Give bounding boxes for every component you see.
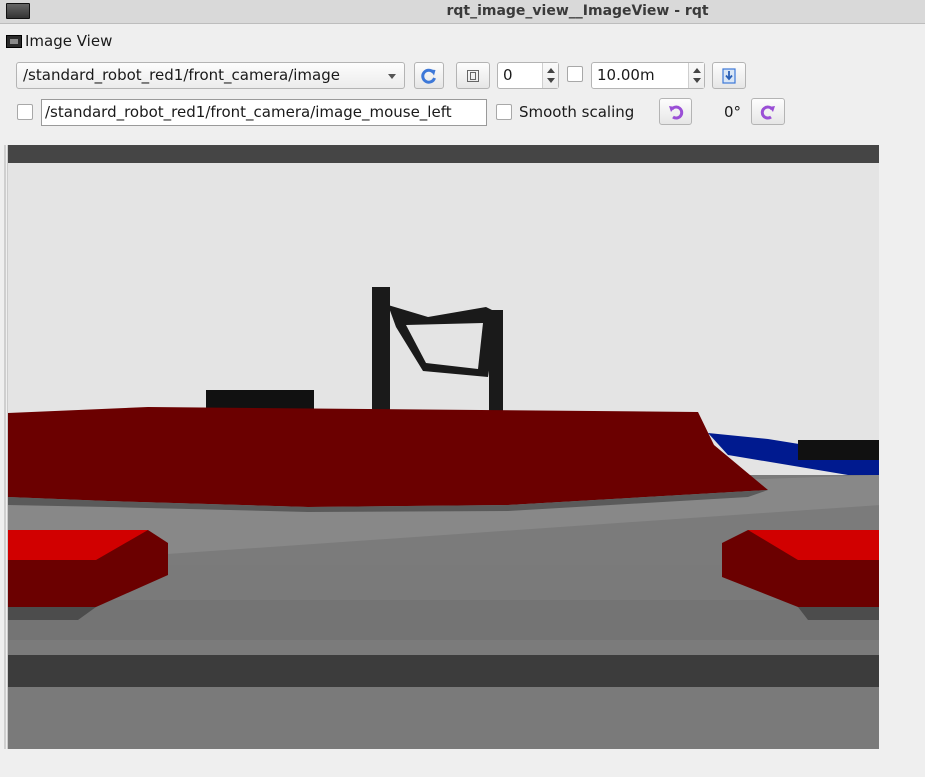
mouse-topic-value: /standard_robot_red1/front_camera/image_… (45, 103, 452, 121)
camera-frame (8, 145, 879, 749)
rotate-right-button[interactable] (751, 98, 785, 125)
mouse-topic-input[interactable]: /standard_robot_red1/front_camera/image_… (41, 99, 487, 126)
rotation-label: 0° (724, 103, 742, 121)
save-image-button[interactable] (712, 62, 746, 89)
dynamic-range-checkbox[interactable] (567, 66, 583, 82)
zoom-1-button[interactable] (456, 62, 490, 89)
spin-arrows[interactable] (688, 63, 704, 88)
rotate-left-icon (668, 105, 683, 120)
publish-mouse-checkbox[interactable] (17, 104, 33, 120)
chevron-down-icon (388, 74, 396, 79)
window-titlebar: rqt_image_view__ImageView - rqt (0, 0, 925, 24)
rotate-left-button[interactable] (659, 98, 692, 125)
topic-select[interactable]: /standard_robot_red1/front_camera/image (16, 62, 405, 89)
smooth-scaling-checkbox[interactable] (496, 104, 512, 120)
dock-float-icon[interactable] (6, 34, 22, 48)
num-gridlines-spinbox[interactable]: 0 (497, 62, 559, 89)
num-gridlines-value: 0 (503, 66, 513, 84)
spin-arrows[interactable] (542, 63, 558, 88)
dock-title: Image View (25, 32, 113, 50)
window-title: rqt_image_view__ImageView - rqt (446, 3, 709, 19)
rotate-right-icon (760, 105, 775, 120)
max-range-value: 10.00m (597, 66, 655, 84)
max-range-spinbox[interactable]: 10.00m (591, 62, 705, 89)
camera-image[interactable] (7, 145, 879, 749)
zoom-original-icon (467, 69, 479, 82)
smooth-scaling-label: Smooth scaling (519, 103, 635, 121)
topic-select-value: /standard_robot_red1/front_camera/image (23, 66, 340, 84)
dock-border (4, 145, 6, 749)
refresh-icon (421, 68, 436, 84)
refresh-topics-button[interactable] (414, 62, 444, 89)
dock-title-bar[interactable]: Image View (6, 32, 112, 50)
save-icon (722, 67, 736, 84)
